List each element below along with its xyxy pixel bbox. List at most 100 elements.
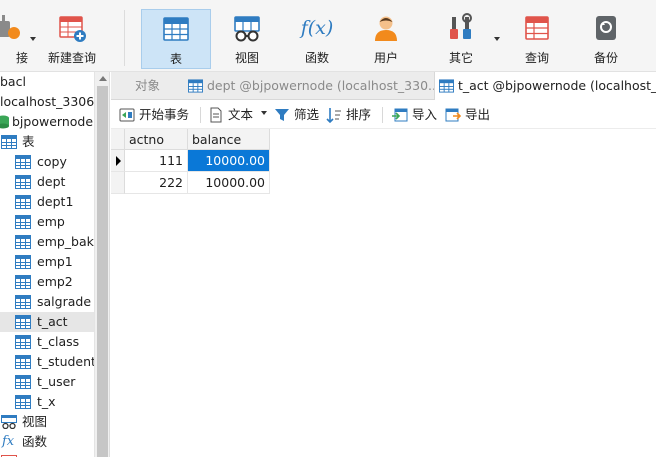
tree-item-table[interactable]: emp2 [0,272,94,292]
tree-item-tables-group[interactable]: 表 [0,132,94,152]
tree-item-label: copy [37,154,67,169]
tree-item-connection[interactable]: bacl [0,72,94,92]
sort-icon [326,108,341,123]
query-label: 查询 [524,51,549,65]
tree-item-label: emp_bak [37,234,94,249]
view-label: 视图 [234,51,259,65]
tab-label: 对象 [135,78,161,93]
column-header-balance[interactable]: balance [188,129,270,150]
text-button[interactable]: 文本 [208,104,258,126]
tree-item-views-group[interactable]: 视图 [0,412,94,432]
view-icon [234,16,260,42]
scroll-up-arrow-icon[interactable] [99,76,107,81]
subtoolbar-separator [200,107,201,123]
table-icon [15,295,31,309]
current-row-pointer-icon [116,156,121,166]
tree-item-label: bacl [0,74,26,89]
user-button[interactable]: 用户 [357,9,415,69]
backup-button[interactable]: 备份 [577,9,635,69]
table-icon [15,155,31,169]
other-button[interactable]: 其它 [432,9,490,69]
filter-button[interactable]: 筛选 [274,104,322,126]
tree-item-table-selected[interactable]: t_act [0,312,94,332]
import-button[interactable]: 导入 [392,104,440,126]
sidebar-scrollbar[interactable] [94,72,109,457]
table-icon [15,215,31,229]
import-icon [392,108,408,122]
tree-item-functions-group[interactable]: fx 函数 [0,432,94,452]
connection-label: 接 [15,51,28,65]
tree-item-database[interactable]: bjpowernode [0,112,94,132]
cell-actno[interactable]: 222 [125,172,188,194]
function-icon: f(x) [300,17,334,39]
tree-item-table[interactable]: t_class [0,332,94,352]
tree-item-label: t_student [37,354,96,369]
table-button[interactable]: 表 [141,9,211,69]
tree-item-table[interactable]: dept1 [0,192,94,212]
user-label: 用户 [373,51,398,65]
new-query-button[interactable]: 新建查询 [44,9,100,69]
table-icon [15,255,31,269]
tree-item-localhost[interactable]: localhost_3306 [0,92,94,112]
tree-item-table[interactable]: salgrade [0,292,94,312]
grid-corner [111,129,125,150]
column-header-actno[interactable]: actno [125,129,188,150]
table-tab-icon [188,79,203,93]
tree-item-label: 表 [22,134,35,149]
connection-dropdown-caret[interactable] [30,37,36,41]
new-query-icon [59,16,86,42]
function-label: 函数 [304,51,329,65]
table-icon [15,175,31,189]
tree-item-table[interactable]: t_x [0,392,94,412]
tree-item-table[interactable]: t_user [0,372,94,392]
cell-balance-selected[interactable]: 10000.00 [188,150,270,172]
table-icon [15,315,31,329]
scrollbar-thumb[interactable] [97,86,108,457]
table-icon [15,375,31,389]
other-label: 其它 [448,51,473,65]
cell-balance[interactable]: 10000.00 [188,172,270,194]
tree-item-label: dept1 [37,194,74,209]
tree-item-partial [0,452,94,457]
export-label: 导出 [465,107,491,122]
data-grid: actno balance 111 10000.00 222 10000.00 [111,129,656,457]
function-button[interactable]: f(x) 函数 [288,9,346,69]
tree-item-table[interactable]: t_student [0,352,96,372]
table-icon [15,195,31,209]
tree-item-table[interactable]: copy [0,152,94,172]
tab-dept[interactable]: dept @bjpowernode (localhost_330... [184,72,434,100]
connection-icon [0,15,20,39]
other-dropdown-caret[interactable] [494,37,500,41]
cell-actno[interactable]: 111 [125,150,188,172]
export-icon [445,108,461,122]
table-icon [15,235,31,249]
tree-item-label: salgrade [37,294,92,309]
tree-item-table[interactable]: emp_bak [0,232,94,252]
tree-item-label: emp1 [37,254,73,269]
tree-item-table[interactable]: emp [0,212,94,232]
text-dropdown-caret[interactable] [261,111,267,115]
tree-item-label: emp2 [37,274,73,289]
row-header-current[interactable] [111,150,125,172]
query-icon [525,16,549,40]
filter-label: 筛选 [294,107,320,122]
row-header[interactable] [111,172,125,194]
tree-item-label: t_act [37,314,68,329]
tab-bar: 对象 dept @bjpowernode (localhost_330... t… [111,72,656,100]
tree-item-label: t_x [37,394,56,409]
tab-objects[interactable]: 对象 [111,72,184,100]
export-button[interactable]: 导出 [445,104,493,126]
sort-button[interactable]: 排序 [326,104,374,126]
tree-item-table[interactable]: dept [0,172,94,192]
transaction-icon [119,108,135,122]
tree-item-label: 视图 [22,414,48,429]
tree-item-label: t_class [37,334,80,349]
connection-button[interactable]: 接 [0,9,32,69]
view-button[interactable]: 视图 [218,9,276,69]
tree-item-table[interactable]: emp1 [0,252,94,272]
main-toolbar: 接 新建查询 表 视图 f(x) 函数 用户 其它 查询 备份 [0,0,656,72]
begin-transaction-button[interactable]: 开始事务 [119,104,195,126]
tree-item-label: t_user [37,374,76,389]
tab-t-act[interactable]: t_act @bjpowernode (localhost_3306) [434,72,656,100]
query-button[interactable]: 查询 [508,9,566,69]
